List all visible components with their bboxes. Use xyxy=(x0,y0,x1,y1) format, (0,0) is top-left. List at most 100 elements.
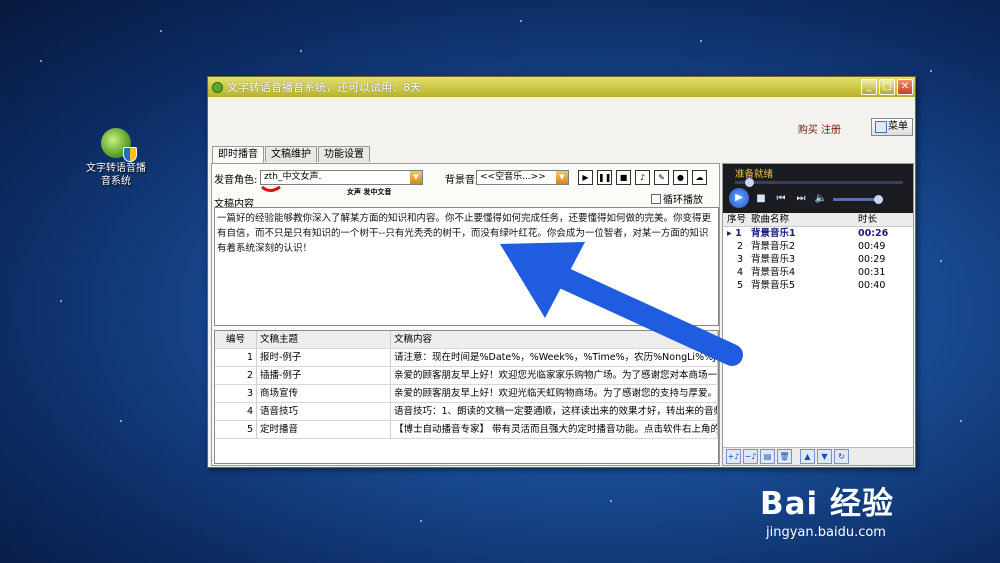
desktop-app-icon[interactable]: 文字转语音播音系统 xyxy=(84,128,148,188)
baidu-watermark: Bai 经验 jingyan.baidu.com xyxy=(760,478,894,540)
playlist-col-no: 序号 xyxy=(727,214,747,225)
script-table: 编号 文稿主题 文稿内容 1 报时-例子 请注意：现在时间是%Date%，%We… xyxy=(214,330,719,464)
microphone-icon[interactable]: ✎ xyxy=(654,170,669,185)
playlist-item-no: 4 xyxy=(737,267,744,278)
column-content[interactable]: 文稿内容 xyxy=(391,331,718,348)
playlist-col-name: 歌曲名称 xyxy=(751,214,790,225)
stop-icon[interactable]: ■ xyxy=(616,170,631,185)
row-id: 5 xyxy=(215,421,257,438)
playlist-item[interactable]: 2 背景音乐2 00:49 xyxy=(723,240,913,253)
playlist-item-duration: 00:29 xyxy=(858,254,886,265)
table-row[interactable]: 5 定时播音 【博士自动播音专家】 带有灵活而且强大的定时播音功能。点击软件右上… xyxy=(215,421,718,439)
playlist-header: 序号 歌曲名称 时长 xyxy=(723,213,913,227)
table-row[interactable]: 1 报时-例子 请注意：现在时间是%Date%，%Week%，%Time%，农历… xyxy=(215,349,718,367)
tab-settings[interactable]: 功能设置 xyxy=(318,146,370,162)
progress-bar[interactable] xyxy=(735,178,903,187)
previous-icon[interactable]: ⏮ xyxy=(773,191,789,207)
tab-instant-broadcast[interactable]: 即时播音 xyxy=(212,146,264,163)
row-title: 插播-例子 xyxy=(257,367,391,384)
move-up-icon[interactable]: ▲ xyxy=(800,449,815,464)
playlist-item-no: 3 xyxy=(737,254,744,265)
row-id: 3 xyxy=(215,385,257,402)
refresh-icon[interactable]: ↻ xyxy=(834,449,849,464)
next-icon[interactable]: ⏭ xyxy=(793,191,809,207)
row-title: 商场宣传 xyxy=(257,385,391,402)
volume-handle[interactable] xyxy=(874,195,883,204)
close-button[interactable]: ✕ xyxy=(897,79,913,95)
play-icon[interactable]: ▶ xyxy=(578,170,593,185)
play-icon[interactable]: ▶ xyxy=(729,188,749,208)
playlist-item[interactable]: ▸ 1 背景音乐1 00:26 xyxy=(723,227,913,240)
record-icon[interactable]: ● xyxy=(673,170,688,185)
window-title: 文字转语音播音系统，还可以试用：8天 xyxy=(227,81,421,94)
music-note-icon[interactable]: ♪ xyxy=(635,170,650,185)
column-id[interactable]: 编号 xyxy=(215,331,257,348)
row-content: 请注意：现在时间是%Date%，%Week%，%Time%，农历%NongLi%… xyxy=(391,349,718,366)
playlist-item[interactable]: 4 背景音乐4 00:31 xyxy=(723,266,913,279)
volume-icon[interactable]: 🔈 xyxy=(813,191,829,207)
playlist-item-no: 2 xyxy=(737,241,744,252)
playlist-toolbar: +♪ −♪ ▤ 🗑 ▲ ▼ ↻ xyxy=(723,447,913,465)
watermark-brand: Bai 经验 xyxy=(760,486,894,522)
top-bar: 购买 注册 菜单 xyxy=(208,97,915,143)
row-id: 1 xyxy=(215,349,257,366)
menu-icon xyxy=(875,121,887,133)
menu-label: 菜单 xyxy=(888,121,908,132)
music-panel: 准备就绪 ▶ ■ ⏮ ⏭ 🔈 序号 歌曲名称 时长 ▸ 1 背景音乐1 00:2… xyxy=(722,163,914,466)
app-logo-icon xyxy=(101,128,137,162)
row-id: 2 xyxy=(215,367,257,384)
add-music-icon[interactable]: +♪ xyxy=(726,449,741,464)
title-bar: 文字转语音播音系统，还可以试用：8天 _ □ ✕ xyxy=(208,77,915,97)
app-window: 文字转语音播音系统，还可以试用：8天 _ □ ✕ 购买 注册 菜单 即时播音 文… xyxy=(207,76,916,468)
voice-select[interactable]: zth_中文女声. ▼ xyxy=(260,170,423,185)
app-title-icon xyxy=(212,81,223,93)
player: 准备就绪 ▶ ■ ⏮ ⏭ 🔈 xyxy=(723,164,913,213)
playlist-item-no: 5 xyxy=(737,280,744,291)
tab-script-maintenance[interactable]: 文稿维护 xyxy=(265,146,317,162)
loop-label: 循环播放 xyxy=(663,195,703,206)
row-content: 亲爱的顾客朋友早上好！欢迎您光临家家乐购物广场。为了感谢您对本商场一直 xyxy=(391,367,718,384)
row-id: 4 xyxy=(215,403,257,420)
row-content: 【博士自动播音专家】 带有灵活而且强大的定时播音功能。点击软件右上角的 xyxy=(391,421,718,438)
voice-hint: 女声 发中文音 xyxy=(347,188,392,196)
remove-music-icon[interactable]: −♪ xyxy=(743,449,758,464)
table-row[interactable]: 2 插播-例子 亲爱的顾客朋友早上好！欢迎您光临家家乐购物广场。为了感谢您对本商… xyxy=(215,367,718,385)
player-status: 准备就绪 xyxy=(735,169,774,180)
table-row[interactable]: 4 语音技巧 语音技巧：1、朗读的文稿一定要通顺，这样读出来的效果才好，转出来的… xyxy=(215,403,718,421)
playlist-item[interactable]: 5 背景音乐5 00:40 xyxy=(723,279,913,292)
table-header: 编号 文稿主题 文稿内容 xyxy=(215,331,718,349)
add-folder-icon[interactable]: ▤ xyxy=(760,449,775,464)
speech-bubble-icon[interactable]: ☁ xyxy=(692,170,707,185)
playlist-item-name: 背景音乐1 xyxy=(751,228,796,239)
column-title[interactable]: 文稿主题 xyxy=(257,331,391,348)
music-select[interactable]: <<空音乐...>> ▼ xyxy=(476,170,569,185)
delete-icon[interactable]: 🗑 xyxy=(777,449,792,464)
main-panel: 发音角色: zth_中文女声. ▼ 女声 发中文音 背景音乐: <<空音乐...… xyxy=(211,163,720,466)
voice-value: zth_中文女声. xyxy=(264,172,322,182)
playlist-item[interactable]: 3 背景音乐3 00:29 xyxy=(723,253,913,266)
row-content: 语音技巧：1、朗读的文稿一定要通顺，这样读出来的效果才好，转出来的音频 xyxy=(391,403,718,420)
row-title: 报时-例子 xyxy=(257,349,391,366)
tab-bar: 即时播音 文稿维护 功能设置 xyxy=(212,146,371,163)
move-down-icon[interactable]: ▼ xyxy=(817,449,832,464)
volume-slider[interactable] xyxy=(833,195,883,204)
loop-checkbox[interactable]: 循环播放 xyxy=(651,191,703,206)
playlist-item-name: 背景音乐2 xyxy=(751,241,796,252)
checkbox-icon xyxy=(651,194,661,204)
maximize-button[interactable]: □ xyxy=(879,79,895,95)
pause-icon[interactable]: ❚❚ xyxy=(597,170,612,185)
table-row[interactable]: 3 商场宣传 亲爱的顾客朋友早上好！欢迎光临天虹购物商场。为了感谢您的支持与厚爱… xyxy=(215,385,718,403)
playlist-item-duration: 00:26 xyxy=(858,228,889,239)
playlist-item-duration: 00:31 xyxy=(858,267,886,278)
music-value: <<空音乐...>> xyxy=(480,172,546,182)
stop-icon[interactable]: ■ xyxy=(753,191,769,207)
minimize-button[interactable]: _ xyxy=(861,79,877,95)
row-title: 定时播音 xyxy=(257,421,391,438)
progress-handle[interactable] xyxy=(745,178,755,187)
row-content: 亲爱的顾客朋友早上好！欢迎光临天虹购物商场。为了感谢您的支持与厚爱。我 xyxy=(391,385,718,402)
chevron-down-icon: ▼ xyxy=(410,171,422,184)
script-editor[interactable]: 一篇好的经验能够教你深入了解某方面的知识和内容。你不止要懂得如何完成任务，还要懂… xyxy=(214,207,719,326)
buy-register-link[interactable]: 购买 注册 xyxy=(798,121,841,136)
menu-button[interactable]: 菜单 xyxy=(871,118,913,136)
voice-label: 发音角色: xyxy=(214,175,258,186)
